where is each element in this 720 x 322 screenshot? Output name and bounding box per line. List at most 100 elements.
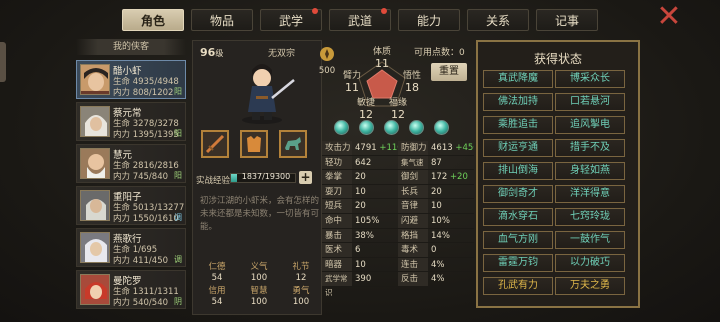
stat-cell: 集气速度87	[398, 155, 474, 181]
tab-journal[interactable]: 记事	[536, 9, 598, 31]
stat-value: 20	[352, 170, 398, 185]
status-buff-button[interactable]: 孔武有力	[483, 277, 553, 295]
stat-number: 20	[355, 201, 366, 212]
trait-courage: 勇气 100	[280, 286, 322, 310]
hero-card[interactable]: 重阳子 生命 5013/13277 内力 1550/1610 调	[76, 186, 186, 225]
status-buff-button[interactable]: 财运亨通	[483, 139, 553, 157]
status-title: 获得状态	[533, 52, 582, 66]
stat-name: 拳掌	[322, 170, 352, 185]
gem-slot-icon[interactable]	[434, 120, 449, 135]
status-buff-button[interactable]: 滴水穿石	[483, 208, 553, 226]
reset-button[interactable]: 重置	[431, 63, 467, 81]
trait-name: 义气	[250, 262, 268, 272]
status-buff-button[interactable]: 一鼓作气	[555, 231, 625, 249]
stat-cell: 闪避 10%	[398, 213, 474, 229]
stat-bonus: +456	[455, 143, 474, 153]
trait-value: 54	[211, 273, 223, 283]
status-buff-button[interactable]: 身轻如燕	[555, 162, 625, 180]
stats-row: 武学常识 390 反击 4%	[322, 272, 474, 297]
stat-bonus: +20	[449, 172, 468, 183]
status-buff-button[interactable]: 洋洋得意	[555, 185, 625, 203]
stat-number: 172	[431, 172, 448, 183]
stat-cell: 攻击力4791 +1100	[322, 141, 398, 156]
hero-portrait	[80, 274, 110, 305]
tab-character[interactable]: 角色	[122, 9, 184, 31]
tab-label: 武学	[278, 13, 303, 28]
character-level: 96级	[200, 46, 223, 59]
attr-value: 11	[375, 57, 389, 70]
stat-number: 14%	[431, 230, 450, 241]
stat-value: 10	[352, 258, 398, 273]
gem-slot-icon[interactable]	[334, 120, 349, 135]
tab-relations[interactable]: 关系	[467, 9, 529, 31]
status-buff-button[interactable]: 血气方刚	[483, 231, 553, 249]
gem-slot-icon[interactable]	[409, 120, 424, 135]
status-buff-button[interactable]: 真武降魔	[483, 70, 553, 88]
status-buff-button[interactable]: 万夫之勇	[555, 277, 625, 295]
accessory-slot[interactable]	[279, 130, 307, 158]
hero-card[interactable]: 燕歌行 生命 1/695 内力 411/450 调	[76, 228, 186, 267]
stat-value: 10%	[428, 214, 474, 229]
stat-number: 10	[355, 259, 366, 270]
stat-cell: 暗器 10	[322, 257, 398, 273]
close-icon[interactable]: ✕	[654, 2, 684, 32]
status-buff-button[interactable]: 乘胜追击	[483, 116, 553, 134]
hero-card[interactable]: 醋小虾 生命 4935/4948 内力 808/1202 阳	[76, 60, 186, 99]
status-buff-button[interactable]: 口若悬河	[555, 93, 625, 111]
stat-name: 音律	[398, 199, 428, 214]
main-tabs: 角色 物品 武学 武道 能力 关系 记事	[122, 8, 598, 31]
roster-title: 我的侠客	[76, 39, 186, 55]
hero-card[interactable]: 慧元 生命 2816/2816 内力 745/840 阳	[76, 144, 186, 183]
hero-card[interactable]: 曼陀罗 生命 1311/1311 内力 540/540 阴	[76, 270, 186, 309]
stats-table: 攻击力4791 +1100防御力4613 +456轻功642集气速度87拳掌20…	[322, 141, 474, 297]
status-buff-button[interactable]: 雷霆万钧	[483, 254, 553, 272]
gem-slot-icon[interactable]	[384, 120, 399, 135]
status-buff-button[interactable]: 追风掣电	[555, 116, 625, 134]
attr-name: 福缘	[388, 98, 407, 108]
weapon-slot[interactable]	[201, 130, 229, 158]
potential-value: 500	[318, 66, 336, 76]
hero-alignment-tag: 调	[174, 255, 182, 264]
status-buff-button[interactable]: 排山倒海	[483, 162, 553, 180]
hero-card[interactable]: 蔡元常 生命 3278/3278 内力 1395/1395 阳	[76, 102, 186, 141]
exp-text: 1837/19300	[241, 172, 291, 181]
tab-abilities[interactable]: 能力	[398, 9, 460, 31]
armor-slot[interactable]	[240, 130, 268, 158]
stat-cell: 武学常识 390	[322, 272, 398, 297]
tab-martial-way[interactable]: 武道	[329, 8, 391, 31]
stat-value: 390	[352, 272, 398, 287]
stat-value: 4791 +1100	[352, 141, 398, 156]
stat-number: 87	[431, 157, 442, 168]
add-exp-button[interactable]: +	[299, 171, 312, 184]
stat-name: 攻击力	[322, 141, 352, 156]
stat-value: 20	[352, 199, 398, 214]
tab-martial-arts[interactable]: 武学	[260, 8, 322, 31]
status-buff-button[interactable]: 佛法加持	[483, 93, 553, 111]
gem-slot-icon[interactable]	[359, 120, 374, 135]
available-points: 可用点数：0	[414, 48, 465, 58]
status-buff-button[interactable]: 御剑奇才	[483, 185, 553, 203]
stat-value: 10	[352, 185, 398, 200]
stat-name: 防御力	[398, 141, 428, 156]
status-buff-button[interactable]: 以力破巧	[555, 254, 625, 272]
stat-name: 暗器	[322, 257, 352, 273]
sword-icon	[205, 134, 225, 154]
stat-name: 连击	[398, 257, 428, 273]
trait-name: 仁德	[208, 262, 226, 272]
attr-value: 11	[345, 81, 359, 94]
hero-portrait	[80, 190, 110, 221]
status-buff-button[interactable]: 七窍玲珑	[555, 208, 625, 226]
tab-items[interactable]: 物品	[191, 9, 253, 31]
armor-icon	[247, 136, 261, 152]
trait-loyalty: 义气 100	[238, 262, 280, 286]
status-grid: 真武降魔 博采众长佛法加持 口若悬河乘胜追击 追风掣电财运亨通 措手不及排山倒海 身轻如燕…	[483, 70, 633, 300]
status-buff-button[interactable]: 博采众长	[555, 70, 625, 88]
status-buff-button[interactable]: 措手不及	[555, 139, 625, 157]
side-drawer-handle[interactable]	[0, 42, 6, 82]
stat-cell: 格挡 14%	[398, 228, 474, 244]
stat-number: 10	[355, 186, 366, 197]
trait-trust: 信用 54	[196, 286, 238, 310]
hero-alignment-tag: 阴	[174, 297, 182, 306]
traits-row: 信用 54 智慧 100 勇气 100	[196, 286, 322, 310]
traits-row: 仁德 54 义气 100 礼节 12	[196, 262, 322, 286]
